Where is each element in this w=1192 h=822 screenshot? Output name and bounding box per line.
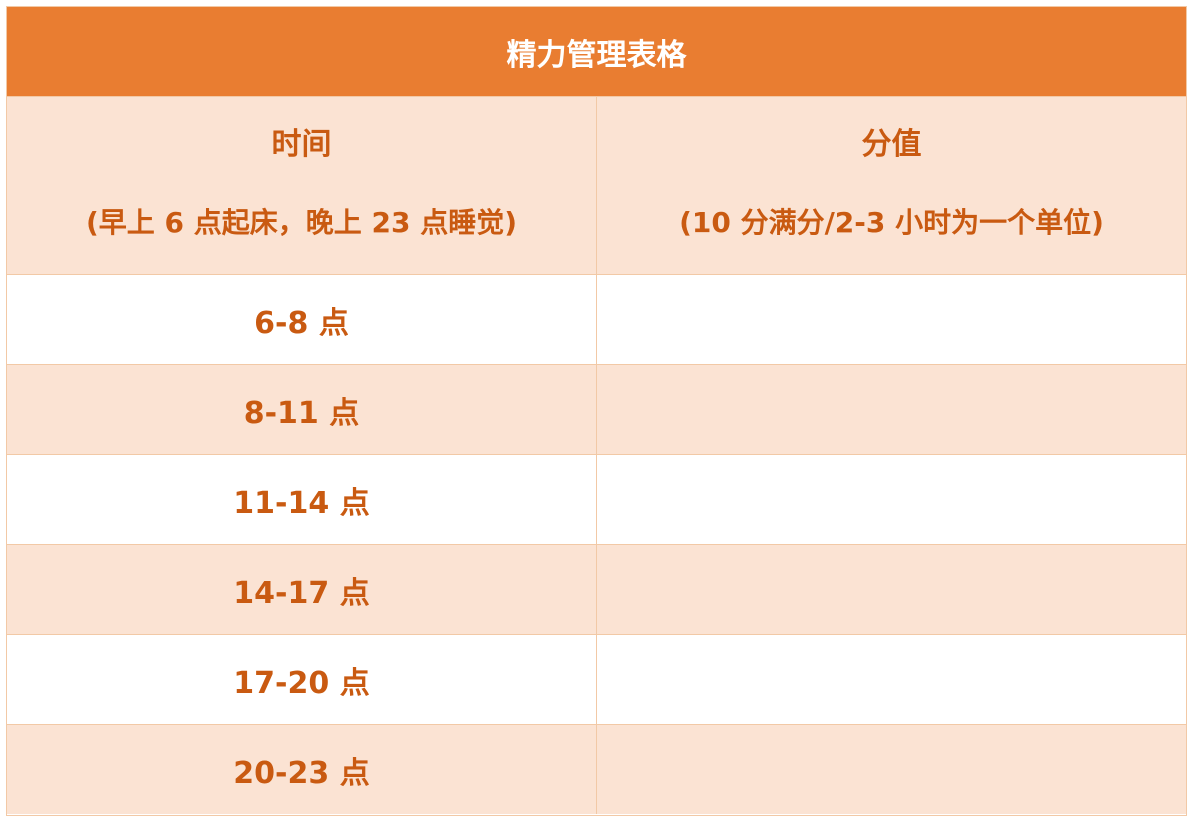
table-row: 17-20 点 [7,635,1186,725]
header-cell-score: 分值 (10 分满分/2-3 小时为一个单位) [597,97,1186,274]
score-cell[interactable] [597,545,1186,634]
table-title: 精力管理表格 [7,7,1186,97]
header-score-note: (10 分满分/2-3 小时为一个单位) [679,206,1104,239]
header-time-note: (早上 6 点起床，晚上 23 点睡觉) [85,206,518,239]
header-score-label: 分值 [861,127,922,162]
header-time-label: 时间 [271,127,332,162]
time-cell: 17-20 点 [7,635,597,724]
table-row: 8-11 点 [7,365,1186,455]
score-cell[interactable] [597,635,1186,724]
time-cell: 8-11 点 [7,365,597,454]
header-cell-time: 时间 (早上 6 点起床，晚上 23 点睡觉) [7,97,597,274]
score-cell[interactable] [597,365,1186,454]
time-cell: 20-23 点 [7,725,597,814]
table-row: 6-8 点 [7,275,1186,365]
table-row: 20-23 点 [7,725,1186,814]
score-cell[interactable] [597,275,1186,364]
score-cell[interactable] [597,455,1186,544]
energy-management-table: 精力管理表格 时间 (早上 6 点起床，晚上 23 点睡觉) 分值 (10 分满… [6,6,1187,816]
table-row: 11-14 点 [7,455,1186,545]
score-cell[interactable] [597,725,1186,814]
table-row: 14-17 点 [7,545,1186,635]
time-cell: 11-14 点 [7,455,597,544]
time-cell: 14-17 点 [7,545,597,634]
table-header-row: 时间 (早上 6 点起床，晚上 23 点睡觉) 分值 (10 分满分/2-3 小… [7,97,1186,275]
time-cell: 6-8 点 [7,275,597,364]
